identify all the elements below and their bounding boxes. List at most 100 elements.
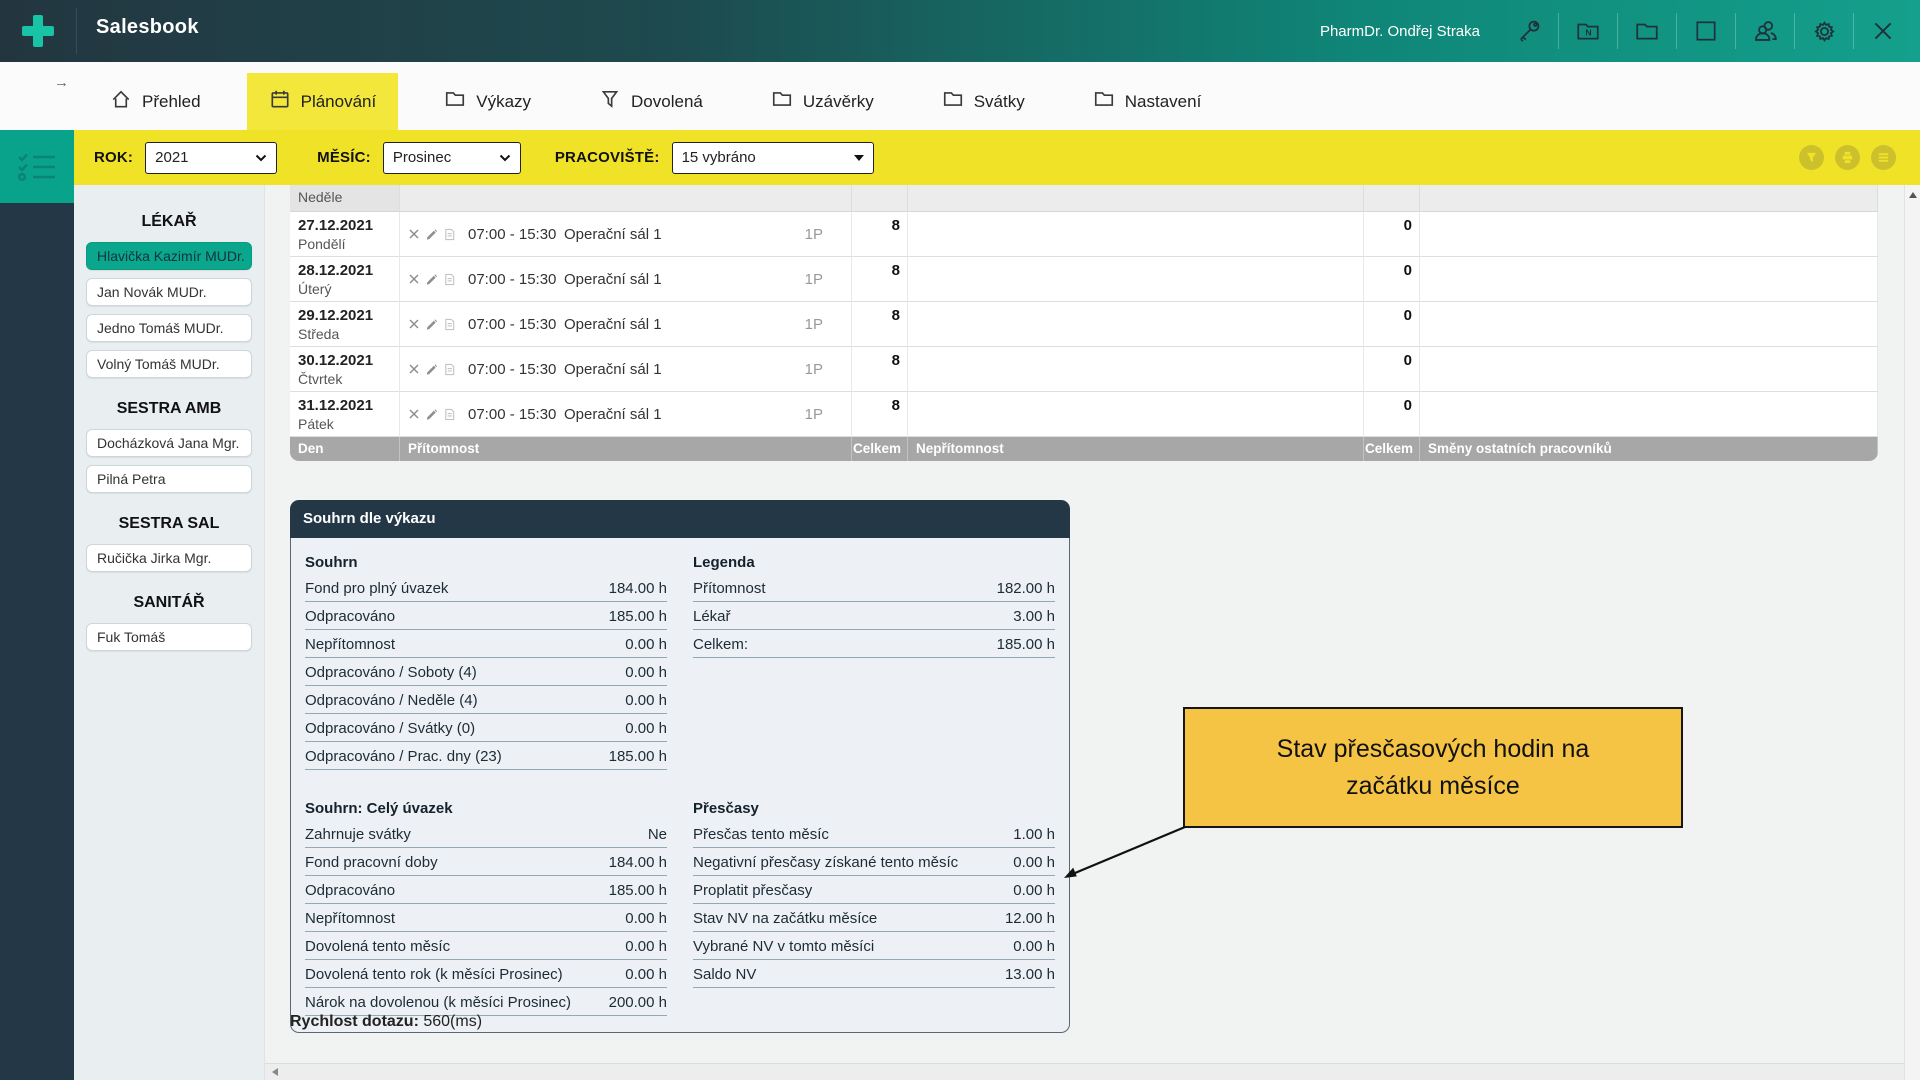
absence-cell: [908, 347, 1364, 392]
footer-celkem2: Celkem: [1364, 437, 1420, 461]
row-date: 27.12.2021: [298, 217, 399, 235]
sidebar-person[interactable]: Hlavička Kazimír MUDr.: [86, 242, 252, 270]
note-document-icon[interactable]: [443, 318, 456, 331]
close-icon[interactable]: [1854, 0, 1912, 62]
sidebar-group-header: SESTRA SAL: [74, 515, 264, 533]
delete-icon[interactable]: [408, 318, 420, 330]
key-icon[interactable]: [1500, 0, 1558, 62]
summary-row: Přítomnost 182.00 h: [693, 574, 1055, 602]
month-select[interactable]: Prosinec: [383, 142, 521, 174]
summary-row: Saldo NV 13.00 h: [693, 960, 1055, 988]
tab-nastaveni[interactable]: Nastavení: [1071, 73, 1224, 130]
summary-row: Stav NV na začátku měsíce 12.00 h: [693, 904, 1055, 932]
scroll-up-arrow-icon[interactable]: [1909, 192, 1917, 198]
note-document-icon[interactable]: [443, 228, 456, 241]
note-document-icon[interactable]: [443, 273, 456, 286]
users-icon[interactable]: [1736, 0, 1794, 62]
tab-vykazy[interactable]: Výkazy: [422, 73, 553, 130]
presence-cell: 07:00 - 15:30 Operační sál 1 1P: [400, 212, 852, 257]
table-row[interactable]: 31.12.2021 Pátek 07:00 - 15:30 Operační …: [290, 392, 1878, 437]
vertical-scrollbar[interactable]: [1904, 185, 1920, 1080]
table-row-partial[interactable]: 26.12.2021 Neděle: [290, 185, 1878, 212]
table-row[interactable]: 30.12.2021 Čtvrtek 07:00 - 15:30 Operačn…: [290, 347, 1878, 392]
tab-svatky[interactable]: Svátky: [920, 73, 1047, 130]
tab-dovolena[interactable]: Dovolená: [577, 73, 725, 130]
summary-row-value: 0.00 h: [1003, 938, 1055, 955]
year-select[interactable]: 2021: [145, 142, 277, 174]
edit-pencil-icon[interactable]: [425, 408, 438, 421]
section-title: Přesčasy: [693, 794, 1055, 820]
folder-icon: [1093, 88, 1115, 115]
tab-prehled[interactable]: Přehled: [88, 73, 223, 130]
sidebar-group-list: Ručička Jirka Mgr.: [74, 544, 264, 572]
sidebar-person[interactable]: Docházková Jana Mgr.: [86, 429, 252, 457]
summary-panel: Souhrn dle výkazu Souhrn Fond pro plný ú…: [290, 500, 1070, 1033]
sidebar-group-list: Docházková Jana Mgr. Pilná Petra: [74, 429, 264, 493]
folder-note-icon[interactable]: N: [1559, 0, 1617, 62]
summary-row: Zahrnuje svátky Ne: [305, 820, 667, 848]
delete-icon[interactable]: [408, 363, 420, 375]
month-value: Prosinec: [393, 149, 451, 166]
summary-row-value: 0.00 h: [615, 910, 667, 927]
query-speed-status: Rychlost dotazu: 560(ms): [290, 1013, 482, 1031]
summary-row-value: 0.00 h: [615, 720, 667, 737]
note-document-icon[interactable]: [443, 363, 456, 376]
table-row[interactable]: 27.12.2021 Pondělí 07:00 - 15:30 Operačn…: [290, 212, 1878, 257]
topbar-divider: [76, 8, 77, 54]
sidebar-checklist-toggle[interactable]: [0, 130, 74, 203]
delete-icon[interactable]: [408, 228, 420, 240]
summary-row: Negativní přesčasy získané tento měsíc 0…: [693, 848, 1055, 876]
sidebar-person[interactable]: Pilná Petra: [86, 465, 252, 493]
sidebar-person[interactable]: Fuk Tomáš: [86, 623, 252, 651]
sidebar-person[interactable]: Ručička Jirka Mgr.: [86, 544, 252, 572]
app-title: Salesbook: [96, 16, 199, 39]
workplace-select[interactable]: 15 vybráno: [672, 142, 874, 174]
frame-icon[interactable]: [1677, 0, 1735, 62]
tab-uzaverky[interactable]: Uzávěrky: [749, 73, 896, 130]
delete-icon[interactable]: [408, 408, 420, 420]
table-row[interactable]: 29.12.2021 Středa 07:00 - 15:30 Operační…: [290, 302, 1878, 347]
folder-icon[interactable]: [1618, 0, 1676, 62]
absence-cell: [908, 392, 1364, 437]
tab-label: Plánování: [301, 92, 377, 112]
section-title: Souhrn: Celý úvazek: [305, 794, 667, 820]
print-button[interactable]: [1835, 145, 1860, 170]
settings-gear-icon[interactable]: [1795, 0, 1853, 62]
sidebar-person[interactable]: Volný Tomáš MUDr.: [86, 350, 252, 378]
section-title: Souhrn: [305, 548, 667, 574]
date-cell: 28.12.2021 Úterý: [290, 257, 400, 302]
note-document-icon[interactable]: [443, 408, 456, 421]
summary-row-label: Proplatit přesčasy: [693, 882, 812, 899]
summary-row: Nepřítomnost 0.00 h: [305, 630, 667, 658]
summary-row-label: Nepřítomnost: [305, 636, 395, 653]
sidebar-person[interactable]: Jedno Tomáš MUDr.: [86, 314, 252, 342]
workplace-label: PRACOVIŠTĚ:: [555, 149, 660, 166]
edit-pencil-icon[interactable]: [425, 363, 438, 376]
summary-row: Nepřítomnost 0.00 h: [305, 904, 667, 932]
table-row[interactable]: 28.12.2021 Úterý 07:00 - 15:30 Operační …: [290, 257, 1878, 302]
filter-bar-actions: [1799, 145, 1896, 170]
footer-pritomnost: Přítomnost: [400, 437, 852, 461]
shift-tag: 1P: [805, 361, 823, 378]
delete-icon[interactable]: [408, 273, 420, 285]
checklist-icon: [15, 149, 59, 185]
collapse-arrow-icon[interactable]: →: [54, 74, 69, 91]
edit-pencil-icon[interactable]: [425, 228, 438, 241]
tab-planovani[interactable]: Plánování: [247, 73, 399, 130]
presence-cell: 07:00 - 15:30 Operační sál 1 1P: [400, 347, 852, 392]
menu-button[interactable]: [1871, 145, 1896, 170]
summary-row: Celkem: 185.00 h: [693, 630, 1055, 658]
horizontal-scrollbar[interactable]: [265, 1063, 1904, 1080]
shift-time: 07:00 - 15:30: [468, 226, 564, 243]
summary-row: Přesčas tento měsíc 1.00 h: [693, 820, 1055, 848]
summary-row-label: Fond pro plný úvazek: [305, 580, 448, 597]
row-day: Úterý: [298, 280, 399, 298]
tab-label: Svátky: [974, 92, 1025, 112]
staff-sidebar: LÉKAŘ Hlavička Kazimír MUDr.Jan Novák MU…: [74, 185, 265, 1080]
shift-tag: 1P: [805, 406, 823, 423]
scroll-left-arrow-icon[interactable]: [272, 1068, 278, 1076]
sidebar-person[interactable]: Jan Novák MUDr.: [86, 278, 252, 306]
filter-funnel-button[interactable]: [1799, 145, 1824, 170]
edit-pencil-icon[interactable]: [425, 273, 438, 286]
edit-pencil-icon[interactable]: [425, 318, 438, 331]
